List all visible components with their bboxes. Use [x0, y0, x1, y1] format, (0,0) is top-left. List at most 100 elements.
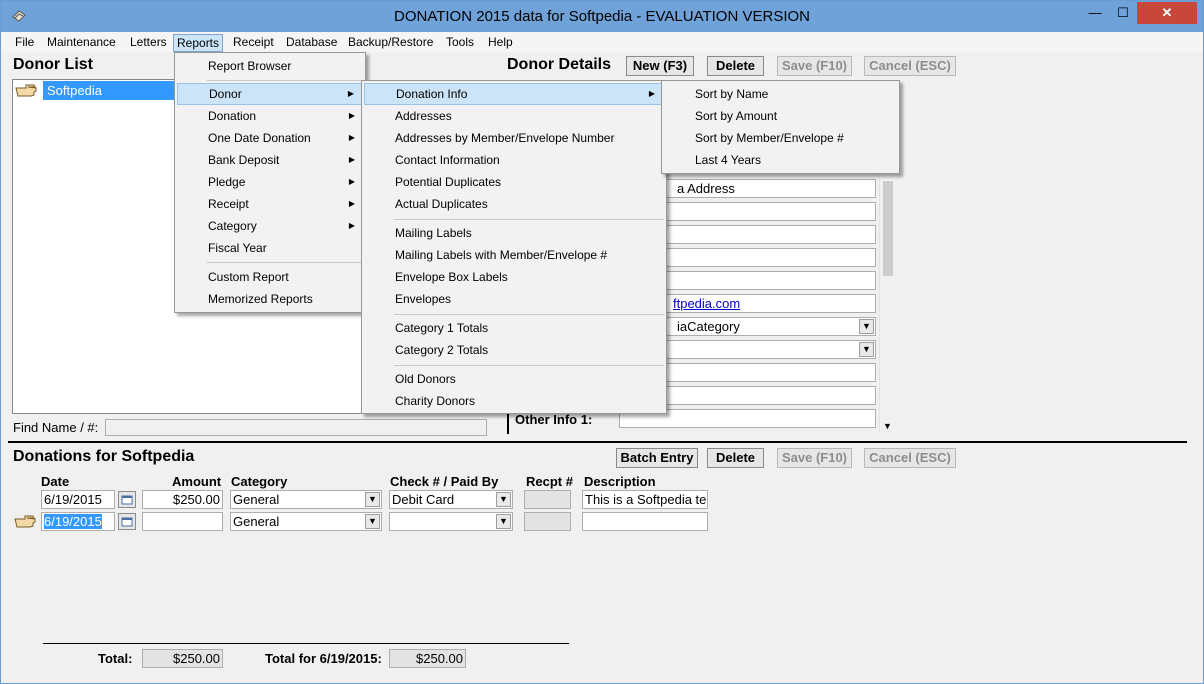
- row2-category[interactable]: General ▼: [230, 512, 382, 531]
- row2-date[interactable]: 6/19/2015: [41, 512, 115, 531]
- cancel-donor-button[interactable]: Cancel (ESC): [864, 56, 956, 76]
- menu-database[interactable]: Database: [283, 34, 340, 52]
- new-donor-button[interactable]: New (F3): [626, 56, 694, 76]
- delete-donation-button[interactable]: Delete: [707, 448, 764, 468]
- row2-amount[interactable]: [142, 512, 223, 531]
- row1-category[interactable]: General ▼: [230, 490, 382, 509]
- row1-description[interactable]: This is a Softpedia te: [582, 490, 708, 509]
- menuitem-old-donors[interactable]: Old Donors: [364, 368, 664, 390]
- menuitem-one-date-donation[interactable]: One Date Donation ▶: [177, 127, 363, 149]
- calendar-icon[interactable]: [118, 491, 136, 508]
- menu-tools[interactable]: Tools: [443, 34, 477, 52]
- row1-date[interactable]: 6/19/2015: [41, 490, 115, 509]
- app-window: DONATION 2015 data for Softpedia - EVALU…: [0, 0, 1204, 684]
- submenu-arrow-icon: ▶: [648, 89, 655, 98]
- menu-separator: [394, 219, 664, 220]
- chevron-down-icon[interactable]: ▼: [365, 492, 380, 507]
- submenu-arrow-icon: ▶: [347, 89, 354, 98]
- menuitem-donation-info[interactable]: Donation Info ▶: [364, 83, 664, 105]
- list-item[interactable]: Softpedia: [43, 81, 189, 100]
- chevron-down-icon[interactable]: ▼: [496, 492, 511, 507]
- menuitem-bank-deposit-label: Bank Deposit: [208, 153, 280, 167]
- menuitem-mailing-labels-member[interactable]: Mailing Labels with Member/Envelope #: [364, 244, 664, 266]
- calendar-icon[interactable]: [118, 513, 136, 530]
- menuitem-last-4-years[interactable]: Last 4 Years: [664, 149, 897, 171]
- scrollbar-thumb[interactable]: [883, 181, 893, 276]
- menuitem-donation-info-label: Donation Info: [396, 87, 468, 101]
- menuitem-category1-totals[interactable]: Category 1 Totals: [364, 317, 664, 339]
- menuitem-fiscal-year[interactable]: Fiscal Year: [177, 237, 363, 259]
- menuitem-receipt-label: Receipt: [208, 197, 249, 211]
- pointing-hand-icon: [14, 515, 36, 528]
- menuitem-potential-duplicates[interactable]: Potential Duplicates: [364, 171, 664, 193]
- donations-title: Donations for Softpedia: [13, 448, 195, 465]
- close-button[interactable]: ✕: [1137, 2, 1197, 24]
- menuitem-bank-deposit[interactable]: Bank Deposit ▶: [177, 149, 363, 171]
- menuitem-charity-donors[interactable]: Charity Donors: [364, 390, 664, 412]
- totals-line: [43, 643, 569, 644]
- menuitem-pledge[interactable]: Pledge ▶: [177, 171, 363, 193]
- save-donation-button[interactable]: Save (F10): [777, 448, 852, 468]
- save-donor-button[interactable]: Save (F10): [777, 56, 852, 76]
- submenu-arrow-icon: ▶: [348, 111, 355, 120]
- submenu-arrow-icon: ▶: [348, 177, 355, 186]
- row2-description[interactable]: [582, 512, 708, 531]
- menuitem-mailing-labels[interactable]: Mailing Labels: [364, 222, 664, 244]
- delete-donation-label: Delete: [715, 450, 756, 465]
- email-link[interactable]: ftpedia.com: [673, 295, 740, 312]
- menuitem-donation[interactable]: Donation ▶: [177, 105, 363, 127]
- menu-backup-restore[interactable]: Backup/Restore: [345, 34, 436, 52]
- menu-letters[interactable]: Letters: [127, 34, 170, 52]
- menuitem-one-date-label: One Date Donation: [208, 131, 311, 145]
- menuitem-contact-information[interactable]: Contact Information: [364, 149, 664, 171]
- menuitem-envelope-box-labels[interactable]: Envelope Box Labels: [364, 266, 664, 288]
- menuitem-receipt[interactable]: Receipt ▶: [177, 193, 363, 215]
- menuitem-category[interactable]: Category ▶: [177, 215, 363, 237]
- scroll-down-icon[interactable]: ▼: [883, 421, 892, 431]
- submenu-arrow-icon: ▶: [348, 133, 355, 142]
- chevron-down-icon[interactable]: ▼: [365, 514, 380, 529]
- row2-check[interactable]: ▼: [389, 512, 513, 531]
- menuitem-sort-by-member[interactable]: Sort by Member/Envelope #: [664, 127, 897, 149]
- find-input[interactable]: [105, 419, 487, 436]
- chevron-down-icon[interactable]: ▼: [859, 342, 874, 357]
- donation-info-submenu: Sort by Name Sort by Amount Sort by Memb…: [661, 80, 900, 174]
- menu-reports[interactable]: Reports: [173, 34, 224, 52]
- menuitem-report-browser[interactable]: Report Browser: [177, 55, 363, 77]
- pointing-hand-icon: [15, 84, 37, 97]
- col-check: Check # / Paid By: [390, 474, 499, 489]
- menuitem-addresses-by-member[interactable]: Addresses by Member/Envelope Number: [364, 127, 664, 149]
- row1-recpt: [524, 490, 571, 509]
- menu-file[interactable]: File: [12, 34, 37, 52]
- address-value: a Address: [677, 181, 735, 196]
- menu-receipt[interactable]: Receipt: [230, 34, 277, 52]
- menu-help[interactable]: Help: [485, 34, 516, 52]
- menuitem-category-label: Category: [208, 219, 257, 233]
- delete-button-label: Delete: [715, 58, 756, 73]
- delete-donor-button[interactable]: Delete: [707, 56, 764, 76]
- menuitem-actual-duplicates[interactable]: Actual Duplicates: [364, 193, 664, 215]
- minimize-button[interactable]: —: [1081, 2, 1109, 24]
- menuitem-memorized-reports[interactable]: Memorized Reports: [177, 288, 363, 310]
- cancel-donation-label: Cancel (ESC): [869, 450, 951, 465]
- chevron-down-icon[interactable]: ▼: [496, 514, 511, 529]
- chevron-down-icon[interactable]: ▼: [859, 319, 874, 334]
- batch-entry-button[interactable]: Batch Entry: [616, 448, 698, 468]
- cancel-donation-button[interactable]: Cancel (ESC): [864, 448, 956, 468]
- submenu-arrow-icon: ▶: [348, 221, 355, 230]
- menu-maintenance[interactable]: Maintenance: [44, 34, 119, 52]
- donor-list-title: Donor List: [13, 56, 93, 73]
- menuitem-addresses[interactable]: Addresses: [364, 105, 664, 127]
- menuitem-category2-totals[interactable]: Category 2 Totals: [364, 339, 664, 361]
- row1-check[interactable]: Debit Card ▼: [389, 490, 513, 509]
- menuitem-custom-report[interactable]: Custom Report: [177, 266, 363, 288]
- maximize-button[interactable]: ☐: [1109, 2, 1137, 24]
- menu-bar: File Maintenance Letters Reports Receipt…: [1, 32, 1203, 52]
- menu-separator: [394, 314, 664, 315]
- menuitem-sort-by-amount[interactable]: Sort by Amount: [664, 105, 897, 127]
- row1-amount[interactable]: $250.00: [142, 490, 223, 509]
- menuitem-sort-by-name[interactable]: Sort by Name: [664, 83, 897, 105]
- new-button-label: New (F3): [632, 58, 688, 73]
- menuitem-donor[interactable]: Donor ▶: [177, 83, 363, 105]
- menuitem-envelopes[interactable]: Envelopes: [364, 288, 664, 310]
